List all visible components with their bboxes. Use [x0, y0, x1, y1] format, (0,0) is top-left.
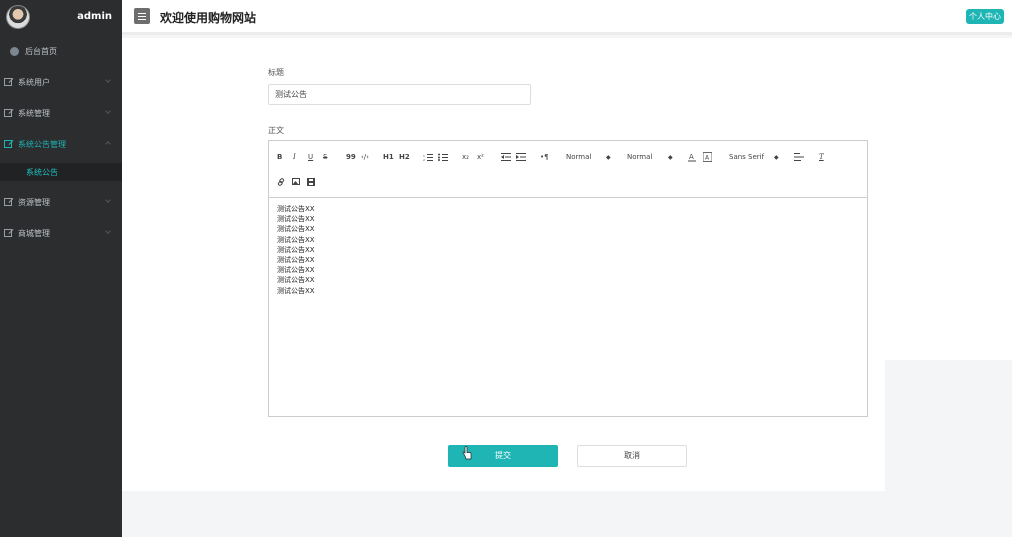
code-block-button[interactable]: ‹/›	[361, 153, 369, 162]
editor-content[interactable]: 测试公告XX 测试公告XX 测试公告XX 测试公告XX 测试公告XX 测试公告X…	[269, 198, 867, 302]
size-select[interactable]: Normal	[566, 153, 591, 161]
content-line: 测试公告XX	[277, 245, 315, 254]
sidebar-subitem-announcement[interactable]: 系统公告	[0, 163, 122, 181]
underline-button[interactable]: U	[308, 153, 313, 162]
sidebar-item-home[interactable]: 后台首页	[0, 41, 122, 61]
menu-toggle-icon[interactable]	[134, 8, 150, 24]
content-line: 测试公告XX	[277, 215, 315, 224]
h2-button[interactable]: H2	[399, 153, 410, 162]
home-icon	[10, 46, 19, 56]
sidebar-item-label: 资源管理	[18, 197, 50, 207]
chevron-down-icon: ◆	[606, 154, 611, 161]
content-line: 测试公告XX	[277, 225, 315, 234]
body-label: 正文	[268, 126, 284, 135]
page-title: 欢迎使用购物网站	[160, 11, 257, 25]
video-icon[interactable]	[307, 178, 315, 186]
rich-text-editor: 测试公告XX 测试公告XX 测试公告XX 测试公告XX 测试公告XX 测试公告X…	[268, 140, 868, 417]
title-input[interactable]	[268, 84, 531, 105]
sidebar-item-label: 系统用户	[18, 77, 50, 87]
blockquote-button[interactable]: 99	[346, 153, 356, 162]
font-select[interactable]: Sans Serif	[729, 153, 764, 161]
sidebar-header: admin	[0, 0, 122, 34]
cancel-button[interactable]: 取消	[577, 445, 687, 467]
font-color-icon[interactable]: A	[688, 152, 696, 162]
link-icon[interactable]	[277, 178, 285, 186]
content-line: 测试公告XX	[277, 276, 315, 285]
sidebar-item-system-management[interactable]: 系统管理	[0, 103, 122, 123]
edit-icon	[4, 198, 12, 206]
image-icon[interactable]	[292, 178, 300, 185]
chevron-down-icon	[105, 197, 111, 203]
chevron-up-icon	[105, 141, 111, 147]
edit-icon	[4, 109, 12, 117]
sidebar-item-mall-management[interactable]: 商城管理	[0, 223, 122, 243]
title-label: 标题	[268, 68, 284, 77]
bullet-list-icon[interactable]	[438, 153, 448, 161]
content-line: 测试公告XX	[277, 235, 315, 244]
subscript-button[interactable]: x₂	[462, 153, 469, 162]
submenu-label: 系统公告	[26, 167, 58, 177]
content-line: 测试公告XX	[277, 266, 315, 275]
chevron-down-icon	[105, 77, 111, 83]
edit-icon	[4, 229, 12, 237]
h1-button[interactable]: H1	[383, 153, 394, 162]
sidebar-item-resource-management[interactable]: 资源管理	[0, 192, 122, 212]
content-line: 测试公告XX	[277, 286, 315, 295]
header-select[interactable]: Normal	[627, 153, 652, 161]
outdent-icon[interactable]	[501, 153, 511, 161]
sidebar-item-label: 系统公告管理	[18, 139, 66, 149]
background-panel	[885, 360, 1012, 491]
clear-format-icon[interactable]: T	[819, 153, 824, 162]
svg-text:A: A	[705, 155, 710, 162]
personal-center-button[interactable]: 个人中心	[966, 9, 1004, 24]
content-line: 测试公告XX	[277, 205, 315, 213]
svg-text:2: 2	[423, 158, 425, 161]
text-direction-icon[interactable]: •¶	[540, 153, 549, 162]
bold-button[interactable]: B	[277, 153, 282, 162]
superscript-button[interactable]: x²	[477, 153, 484, 162]
indent-icon[interactable]	[516, 153, 526, 161]
italic-button[interactable]: I	[293, 153, 296, 162]
sidebar-item-label: 后台首页	[25, 46, 57, 56]
strike-button[interactable]: S	[323, 153, 327, 162]
sidebar: admin 后台首页 系统用户 系统管理 系统公告管理 系统公告 资源管理 商城…	[0, 0, 122, 537]
chevron-down-icon	[105, 108, 111, 114]
svg-text:A: A	[689, 153, 694, 161]
sidebar-item-announcement-management[interactable]: 系统公告管理	[0, 134, 122, 154]
top-header: 欢迎使用购物网站 个人中心	[122, 0, 1012, 35]
chevron-down-icon: ◆	[774, 154, 779, 161]
edit-icon	[4, 78, 12, 86]
sidebar-item-label: 商城管理	[18, 228, 50, 238]
editor-toolbar	[269, 141, 867, 198]
hand-cursor-icon	[462, 446, 472, 460]
avatar[interactable]	[6, 5, 30, 29]
edit-icon	[4, 140, 12, 148]
content-line: 测试公告XX	[277, 255, 315, 264]
align-icon[interactable]	[794, 153, 804, 161]
background-color-icon[interactable]: A	[703, 152, 712, 162]
username[interactable]: admin	[77, 11, 112, 22]
chevron-down-icon	[105, 228, 111, 234]
ordered-list-icon[interactable]: 12	[423, 153, 433, 161]
sidebar-item-system-users[interactable]: 系统用户	[0, 72, 122, 92]
chevron-down-icon: ◆	[668, 154, 673, 161]
sidebar-item-label: 系统管理	[18, 108, 50, 118]
